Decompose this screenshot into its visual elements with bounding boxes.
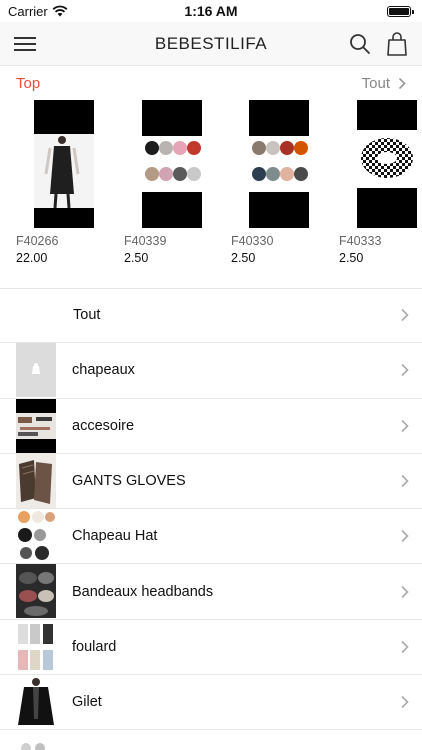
shopping-bag-icon[interactable] xyxy=(386,31,408,57)
app-title: BEBESTILIFA xyxy=(154,33,268,53)
wifi-icon xyxy=(52,5,68,17)
product-code: F40333 xyxy=(339,234,382,248)
battery-icon xyxy=(387,5,414,17)
chevron-right-icon xyxy=(401,364,409,377)
category-label: accesoire xyxy=(72,417,135,434)
category-label: chapeaux xyxy=(72,362,135,379)
category-list: Tout chapeaux accesoire GANTS GLOVES Cha… xyxy=(0,288,422,750)
product-price: 2.50 xyxy=(339,251,364,265)
top-section-title: Top xyxy=(16,74,41,92)
product-code: F40339 xyxy=(124,234,167,248)
category-item-bandeaux-headbands[interactable]: Bandeaux headbands xyxy=(0,564,422,620)
product-price: 2.50 xyxy=(231,251,256,265)
product-card[interactable]: F40330 2.50 xyxy=(231,100,325,270)
category-label: Bandeaux headbands xyxy=(72,583,214,600)
category-item-partial[interactable] xyxy=(0,730,422,750)
chevron-right-icon xyxy=(398,77,406,89)
chevron-right-icon xyxy=(401,309,409,322)
product-photo-scarves xyxy=(249,136,309,192)
category-thumbnail xyxy=(16,730,56,750)
product-image xyxy=(357,100,417,228)
menu-icon[interactable] xyxy=(14,34,36,54)
product-image xyxy=(142,100,202,228)
category-thumbnail xyxy=(16,619,56,674)
category-item-foulard[interactable]: foulard xyxy=(0,619,422,676)
chevron-right-icon xyxy=(401,474,409,488)
category-thumbnail xyxy=(16,398,56,453)
category-thumbnail xyxy=(16,509,56,564)
product-image xyxy=(34,100,94,228)
chevron-right-icon xyxy=(401,530,409,543)
category-label: foulard xyxy=(72,638,117,655)
top-section-header: Top Tout xyxy=(0,70,422,96)
product-card[interactable]: F40266 22.00 xyxy=(16,100,110,270)
category-item-chapeau-hat[interactable]: Chapeau Hat xyxy=(0,509,422,565)
category-label: Tout xyxy=(73,307,101,324)
top-see-all-link[interactable]: Tout xyxy=(362,75,406,92)
category-label: GANTS GLOVES xyxy=(72,473,186,490)
status-left: Carrier xyxy=(8,4,68,19)
product-photo-scarves xyxy=(142,136,202,192)
chevron-right-icon xyxy=(401,585,409,598)
product-code: F40266 xyxy=(16,234,59,248)
search-icon[interactable] xyxy=(348,32,372,56)
status-bar: Carrier 1:16 AM xyxy=(0,0,422,22)
carrier-label: Carrier xyxy=(8,3,48,19)
top-products-carousel[interactable]: F40266 22.00 F40339 2.50 F40330 2.50 F40… xyxy=(0,100,422,288)
category-label: Chapeau Hat xyxy=(72,528,158,545)
product-card[interactable]: F40339 2.50 xyxy=(124,100,218,270)
top-see-all-label: Tout xyxy=(361,74,390,92)
product-photo-vest xyxy=(34,134,94,208)
product-code: F40330 xyxy=(231,234,274,248)
category-thumbnail xyxy=(16,343,56,398)
chevron-right-icon xyxy=(401,640,409,653)
category-item-gilet[interactable]: Gilet xyxy=(0,675,422,731)
category-thumbnail xyxy=(16,564,56,619)
product-price: 2.50 xyxy=(124,251,149,265)
category-item-chapeaux[interactable]: chapeaux xyxy=(0,343,422,399)
product-price: 22.00 xyxy=(16,251,48,265)
navigation-bar: BEBESTILIFA xyxy=(0,22,422,66)
product-image xyxy=(249,100,309,228)
product-photo-checkered-scarf xyxy=(357,130,417,188)
category-label: Gilet xyxy=(72,694,102,711)
category-item-gants-gloves[interactable]: GANTS GLOVES xyxy=(0,453,422,510)
category-item-all[interactable]: Tout xyxy=(0,288,422,344)
chevron-right-icon xyxy=(401,696,409,709)
category-thumbnail xyxy=(16,453,56,508)
category-thumbnail xyxy=(16,675,56,730)
category-item-accesoire[interactable]: accesoire xyxy=(0,398,422,454)
chevron-right-icon xyxy=(401,419,409,432)
product-card[interactable]: F40333 2.50 xyxy=(339,100,422,270)
